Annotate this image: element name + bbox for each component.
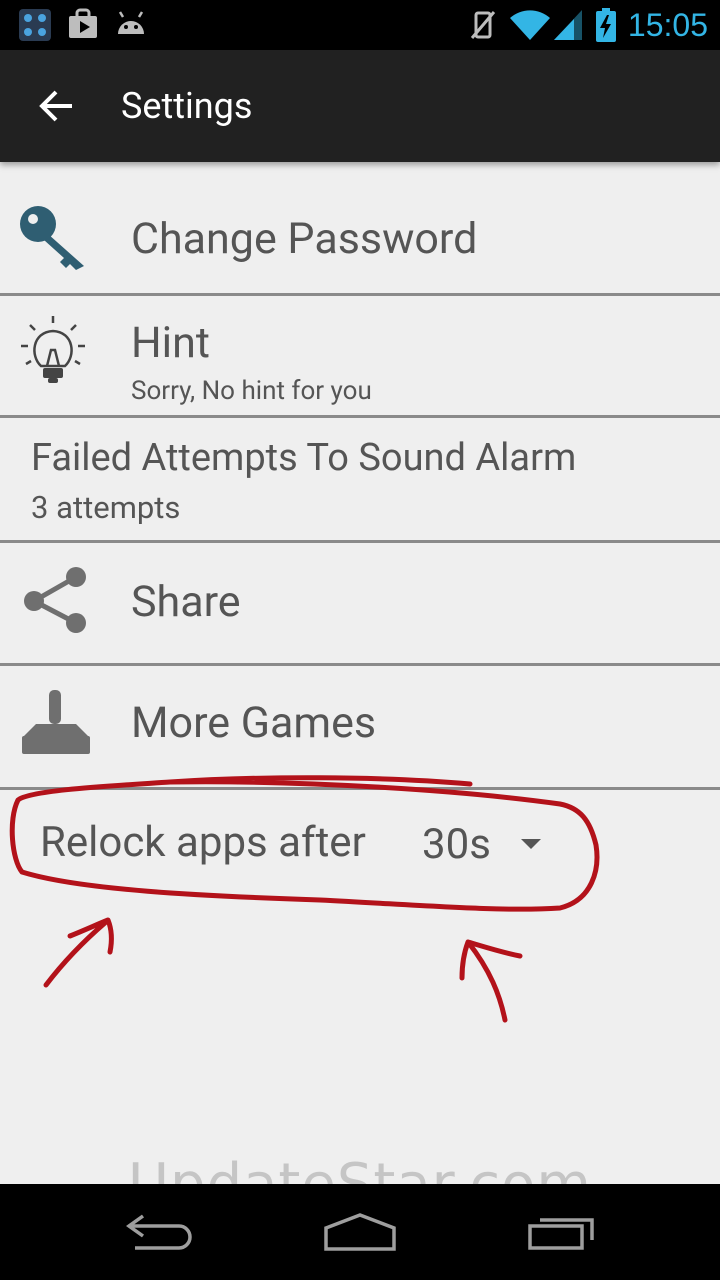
back-button[interactable] <box>28 82 84 130</box>
change-password-title: Change Password <box>131 214 478 264</box>
android-icon <box>118 11 144 34</box>
settings-list: Change Password Hint Sorry, No hint for … <box>0 162 720 790</box>
more-games-title: More Games <box>131 698 377 748</box>
nav-home-button[interactable] <box>300 1204 420 1260</box>
lightbulb-icon <box>21 316 85 383</box>
page-title: Settings <box>121 85 253 127</box>
play-store-icon <box>69 8 97 38</box>
back-nav-icon <box>125 1214 192 1250</box>
joystick-icon <box>22 690 90 754</box>
share-title: Share <box>131 577 241 627</box>
failed-attempts-item[interactable]: Failed Attempts To Sound Alarm 3 attempt… <box>0 418 720 543</box>
hint-item[interactable]: Hint Sorry, No hint for you <box>0 296 720 418</box>
change-password-item[interactable]: Change Password <box>0 162 720 296</box>
recents-nav-icon <box>528 1218 594 1250</box>
failed-attempts-subtitle: 3 attempts <box>31 489 181 526</box>
failed-attempts-title: Failed Attempts To Sound Alarm <box>31 436 577 480</box>
relock-spinner[interactable]: 30s <box>422 818 541 870</box>
app-grid-icon <box>19 9 51 41</box>
key-icon <box>20 206 84 270</box>
back-arrow-icon <box>39 90 72 122</box>
wifi-icon <box>509 10 550 40</box>
nav-recents-button[interactable] <box>502 1204 622 1260</box>
relock-label: Relock apps after <box>40 818 366 867</box>
relock-value: 30s <box>422 819 491 869</box>
relock-setting: Relock apps after 30s <box>0 786 720 896</box>
vibrate-off-icon <box>470 11 496 39</box>
dropdown-arrow-icon <box>520 839 541 849</box>
annotation-arrow-right <box>459 939 523 1023</box>
signal-icon <box>553 10 582 40</box>
clock: 15:05 <box>627 6 708 43</box>
action-bar: Settings <box>0 50 720 162</box>
navigation-bar <box>0 1184 720 1280</box>
status-bar: 15:05 <box>0 0 720 50</box>
home-nav-icon <box>324 1213 396 1251</box>
more-games-item[interactable]: More Games <box>0 666 720 790</box>
annotation-arrow-left <box>43 917 114 988</box>
share-item[interactable]: Share <box>0 543 720 666</box>
share-icon <box>24 567 86 633</box>
battery-charging-icon <box>595 8 616 42</box>
hint-title: Hint <box>131 318 210 368</box>
hint-subtitle: Sorry, No hint for you <box>131 376 372 406</box>
nav-back-button[interactable] <box>100 1204 220 1260</box>
